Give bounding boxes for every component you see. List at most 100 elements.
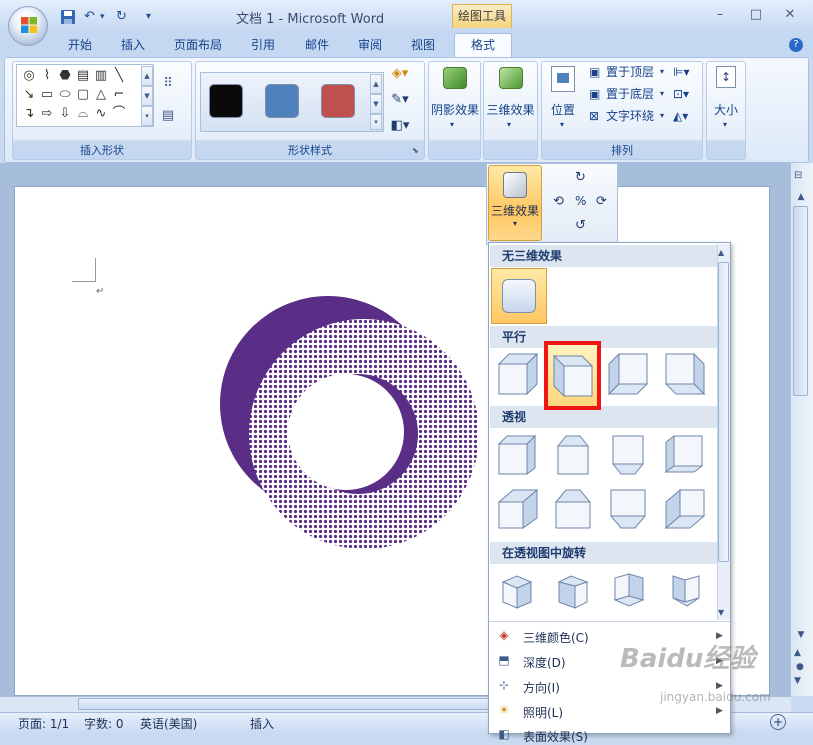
scroll-down-icon[interactable]: ▼ bbox=[794, 630, 808, 642]
send-to-back-button[interactable]: 置于底层 bbox=[606, 84, 654, 104]
tab-view[interactable]: 视图 bbox=[411, 36, 435, 56]
shape-outline-icon[interactable]: ✎▾ bbox=[388, 92, 412, 110]
rotate-perspective-cube-4[interactable] bbox=[665, 570, 705, 612]
3d-effects-button[interactable]: 三维效果 bbox=[484, 101, 537, 118]
elbow-connector-shape-icon[interactable]: ⌐ bbox=[111, 87, 127, 103]
arrow-line-shape-icon[interactable]: ↘ bbox=[21, 87, 37, 103]
no-3d-option[interactable] bbox=[491, 268, 547, 324]
down-arrow-shape-icon[interactable]: ⇩ bbox=[57, 106, 73, 122]
status-insert-mode[interactable]: 插入 bbox=[250, 715, 274, 732]
zoom-in-icon[interactable]: + bbox=[770, 714, 786, 730]
styles-scroll-up-icon[interactable]: ▲ bbox=[370, 74, 382, 94]
status-page[interactable]: 页面: 1/1 bbox=[18, 715, 69, 732]
tab-references[interactable]: 引用 bbox=[251, 36, 275, 56]
perspective-cube-2[interactable] bbox=[550, 432, 596, 478]
ellipse-shape-icon[interactable]: ⬭ bbox=[57, 87, 73, 103]
style-swatch-blue[interactable] bbox=[265, 84, 299, 118]
shadow-effects-icon[interactable] bbox=[443, 67, 467, 89]
send-to-back-icon[interactable]: ▣ bbox=[589, 84, 600, 104]
undo-dropdown-icon[interactable]: ▾ bbox=[100, 12, 105, 30]
shape-fill-icon[interactable]: ◈▾ bbox=[388, 66, 412, 84]
send-to-back-dropdown-icon[interactable]: ▾ bbox=[660, 84, 664, 104]
bring-to-front-icon[interactable]: ▣ bbox=[589, 62, 600, 82]
callout-shape-icon[interactable]: ⌓ bbox=[75, 106, 91, 122]
tab-format[interactable]: 格式 bbox=[454, 33, 512, 58]
text-wrap-dropdown-icon[interactable]: ▾ bbox=[660, 106, 664, 126]
3d-ring-shape[interactable] bbox=[218, 294, 482, 556]
edit-shape-icon[interactable]: ⠿ bbox=[160, 76, 176, 92]
position-button[interactable]: 位置 bbox=[546, 101, 580, 118]
perspective-cube-5[interactable] bbox=[495, 486, 541, 532]
next-page-icon[interactable]: ▼ bbox=[794, 676, 801, 686]
tilt-right-icon[interactable]: ⟳ bbox=[596, 194, 607, 209]
customize-icon[interactable]: ▾ bbox=[146, 11, 151, 29]
3d-effects-popup-button[interactable]: 三维效果 ▾ bbox=[488, 165, 542, 241]
styles-more-icon[interactable]: ▾ bbox=[370, 114, 382, 130]
minimize-button[interactable]: – bbox=[709, 6, 731, 24]
rounded-rect-shape-icon[interactable]: ▢ bbox=[75, 87, 91, 103]
edit-text-icon[interactable]: ▤ bbox=[160, 108, 176, 124]
shadow-effects-button[interactable]: 阴影效果 bbox=[430, 101, 480, 118]
position-icon[interactable] bbox=[551, 66, 575, 92]
triangle-shape-icon[interactable]: △ bbox=[93, 87, 109, 103]
vertical-textbox-shape-icon[interactable]: ▥ bbox=[93, 68, 109, 84]
prev-page-icon[interactable]: ▲ bbox=[794, 648, 801, 658]
status-language[interactable]: 英语(美国) bbox=[140, 715, 197, 732]
parallel-cube-3[interactable] bbox=[605, 350, 651, 398]
h-scroll-thumb[interactable] bbox=[78, 698, 558, 710]
perspective-cube-6[interactable] bbox=[550, 486, 596, 532]
rotate-icon[interactable]: ◭▾ bbox=[673, 106, 688, 126]
perspective-cube-7[interactable] bbox=[605, 486, 651, 532]
maximize-button[interactable]: □ bbox=[745, 6, 767, 24]
redo-icon[interactable]: ↻ bbox=[116, 9, 127, 27]
tilt-down-icon[interactable]: ↺ bbox=[575, 218, 586, 233]
menu-direction[interactable]: 方向(I) bbox=[523, 679, 560, 696]
gallery-scroll-thumb[interactable] bbox=[718, 262, 729, 562]
parallel-cube-1[interactable] bbox=[495, 350, 541, 398]
ruler-toggle-icon[interactable]: ⊟ bbox=[794, 170, 808, 184]
shapes-scroll-down-icon[interactable]: ▼ bbox=[141, 86, 153, 106]
menu-3d-color[interactable]: 三维颜色(C) bbox=[523, 629, 589, 646]
perspective-cube-8[interactable] bbox=[662, 486, 708, 532]
gallery-scroll-up-icon[interactable]: ▲ bbox=[718, 248, 724, 257]
tab-page-layout[interactable]: 页面布局 bbox=[174, 36, 222, 56]
change-shape-icon[interactable]: ◧▾ bbox=[388, 118, 412, 136]
rotate-perspective-cube-3[interactable] bbox=[609, 570, 649, 612]
rectangle-shape-icon[interactable]: ▭ bbox=[39, 87, 55, 103]
help-icon[interactable]: ? bbox=[789, 38, 803, 52]
rotate-perspective-cube-1[interactable] bbox=[497, 570, 537, 612]
size-button[interactable]: 大小 bbox=[708, 101, 744, 118]
3d-dropdown-icon[interactable]: ▾ bbox=[507, 120, 511, 129]
shadow-dropdown-icon[interactable]: ▾ bbox=[450, 120, 454, 129]
gallery-scroll-down-icon[interactable]: ▼ bbox=[718, 608, 724, 617]
elbow-arrow-shape-icon[interactable]: ↴ bbox=[21, 106, 37, 122]
perspective-cube-3[interactable] bbox=[605, 432, 651, 478]
dialog-launcher-icon[interactable]: ⬊ bbox=[412, 146, 419, 155]
bring-to-front-dropdown-icon[interactable]: ▾ bbox=[660, 62, 664, 82]
3d-effects-icon[interactable] bbox=[499, 67, 523, 89]
menu-lighting[interactable]: 照明(L) bbox=[523, 704, 563, 721]
right-arrow-shape-icon[interactable]: ⇨ bbox=[39, 106, 55, 122]
tilt-up-icon[interactable]: ↻ bbox=[575, 170, 586, 185]
freeform-shape-icon[interactable]: ∿ bbox=[93, 106, 109, 122]
group-objects-icon[interactable]: ⊡▾ bbox=[673, 84, 689, 104]
text-wrap-icon[interactable]: ⊠ bbox=[589, 106, 599, 126]
undo-icon[interactable]: ↶ bbox=[84, 9, 95, 27]
align-icon[interactable]: ⊫▾ bbox=[673, 62, 689, 82]
position-dropdown-icon[interactable]: ▾ bbox=[560, 120, 564, 129]
tab-insert[interactable]: 插入 bbox=[121, 36, 145, 56]
menu-surface[interactable]: 表面效果(S) bbox=[523, 728, 588, 745]
textbox-shape-icon[interactable]: ▤ bbox=[75, 68, 91, 84]
style-swatch-red[interactable] bbox=[321, 84, 355, 118]
shapes-more-icon[interactable]: ▾ bbox=[141, 106, 153, 126]
browse-object-icon[interactable]: ● bbox=[796, 662, 804, 672]
perspective-cube-1[interactable] bbox=[495, 432, 541, 478]
parallel-cube-4[interactable] bbox=[662, 350, 708, 398]
toggle-3d-icon[interactable]: % bbox=[575, 194, 586, 208]
office-button[interactable] bbox=[8, 6, 48, 46]
wave-shape-icon[interactable]: ⌇ bbox=[39, 68, 55, 84]
shapes-scroll-up-icon[interactable]: ▲ bbox=[141, 66, 153, 86]
shapes-gallery[interactable]: ◎ ⌇ ⬣ ▤ ▥ ╲ ↘ ▭ ⬭ ▢ △ ⌐ ↴ ⇨ ⇩ ⌓ ∿ ⌒ ▲ ▼ … bbox=[16, 64, 154, 127]
styles-scroll-down-icon[interactable]: ▼ bbox=[370, 94, 382, 114]
save-icon[interactable] bbox=[60, 9, 76, 27]
